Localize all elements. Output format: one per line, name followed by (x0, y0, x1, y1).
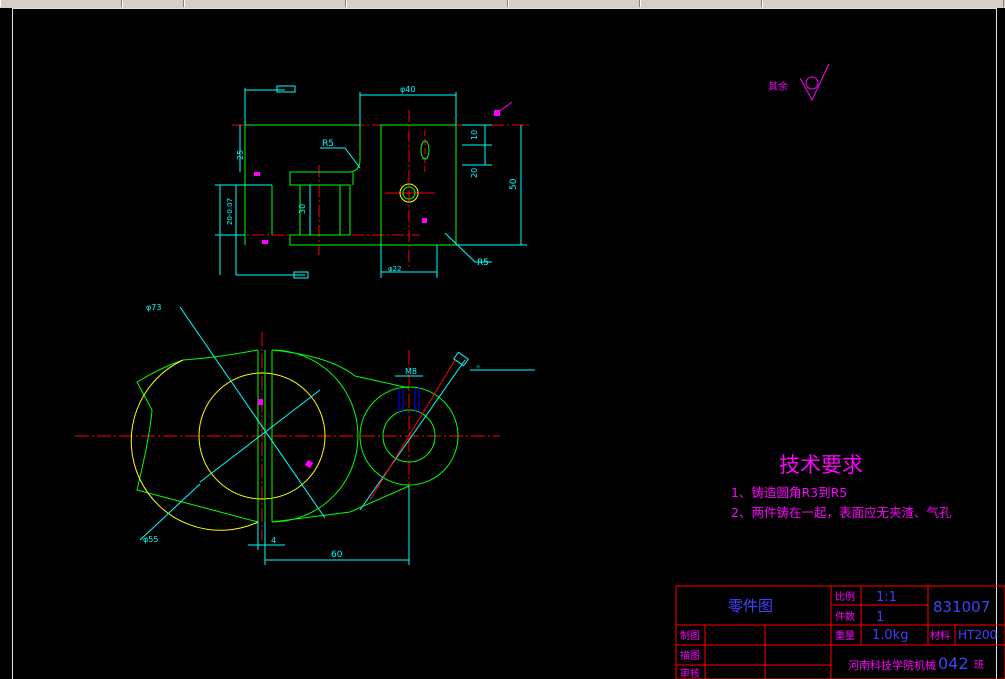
drawing-label: 20-0.07 (226, 198, 234, 225)
drawing-label: R5 (322, 139, 334, 149)
tech-requirement-item: 2、两件铸在一起，表面应无夹渣、气孔 (731, 505, 952, 520)
drawing-label: 4 (271, 536, 276, 545)
drawing-label: φ73 (146, 303, 161, 312)
drawing-label: φ55 (143, 535, 158, 544)
drawing-label: 比例 (835, 590, 855, 603)
roughness-label: 其余 (768, 80, 788, 93)
part-name: 零件图 (728, 597, 773, 615)
drawing-label: φ22 (388, 265, 402, 273)
drawing-label: 描图 (680, 649, 700, 662)
drawing-label: 1 (876, 610, 884, 625)
drawing-label: 重量 (835, 629, 855, 642)
drawing-label: M8 (405, 367, 417, 376)
drawing-label: 河南科技学院机械 (848, 658, 936, 672)
drawing-label: 材料 (930, 629, 950, 642)
drawing-label: 50 (509, 178, 519, 190)
drawing-label: 25 (236, 150, 245, 160)
drawing-label: HT200 (958, 628, 997, 642)
roughness-symbol: 其余 (768, 63, 830, 102)
drawing-label: 1.0kg (872, 628, 908, 643)
drawing-label: 10 (470, 130, 479, 140)
title-block: 零件图 比例 1:1 件数 1 831007 重量 1.0kg 材料 HT200… (675, 585, 1005, 679)
drawing-label: 042 (938, 654, 969, 673)
tech-requirement-item: 1、铸造圆角R3到R5 (731, 485, 848, 500)
drawing-label: 班 (974, 659, 984, 671)
engineering-drawing: 其余 φ40 10 20 50 25 30 20-0.07 φ22 R5 R5 … (75, 63, 1005, 679)
front-view: φ40 10 20 50 25 30 20-0.07 φ22 R5 R5 (215, 85, 530, 279)
top-view: M8 φ73 φ55 ≈ 4 60 (75, 303, 535, 565)
drawing-label: 件数 (835, 610, 855, 623)
drawing-label: 制图 (680, 629, 700, 642)
drawing-label: ≈ (476, 364, 480, 370)
drawing-label: 20 (470, 168, 479, 178)
drawing-label: 审核 (680, 667, 700, 679)
drawing-label: 60 (331, 550, 343, 560)
drawing-label: 30 (298, 204, 307, 214)
drawing-label: R5 (477, 258, 489, 268)
drawing-label: 1:1 (876, 590, 897, 605)
drawing-number: 831007 (933, 598, 990, 616)
tech-requirements-title: 技术要求 (779, 453, 863, 477)
drawing-label: φ40 (400, 85, 415, 94)
